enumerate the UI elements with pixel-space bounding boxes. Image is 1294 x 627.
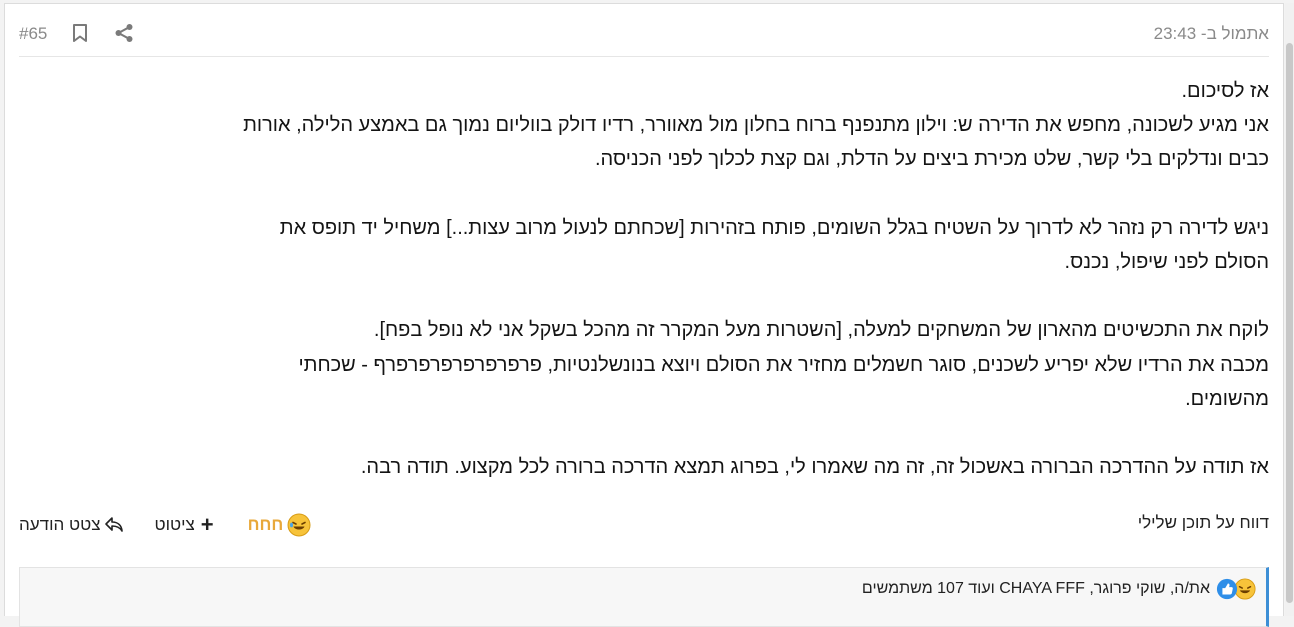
- bookmark-icon[interactable]: [69, 22, 91, 44]
- reply-icon: [105, 517, 124, 532]
- post-header: אתמול ב- 23:43 #65: [19, 22, 1269, 57]
- post-line: מהשומים.: [1185, 387, 1269, 410]
- post-line: אני מגיע לשכונה, מחפש את הדירה ש: וילון …: [243, 114, 1269, 137]
- post-line: מכבה את הרדיו שלא יפריע לשכנים, סוגר חשמ…: [298, 353, 1269, 376]
- post-date[interactable]: אתמול ב- 23:43: [1154, 24, 1269, 44]
- share-icon[interactable]: [113, 22, 135, 44]
- quote-label: ציטוט: [154, 515, 195, 534]
- post-number[interactable]: #65: [19, 24, 47, 44]
- post-ops: #65: [19, 22, 157, 44]
- reactions-text: את/ה, שוקי פרוגר, CHAYA FFF ועוד 107 משת…: [861, 580, 1210, 597]
- reactions-summary: את/ה, שוקי פרוגר, CHAYA FFF ועוד 107 משת…: [862, 578, 1256, 600]
- laughing-emoji-icon: [287, 513, 311, 537]
- post-actions: דווח על תוכן שלילי צטט הודעה + ציטוט חחח: [19, 510, 1269, 540]
- like-emoji-icon: [1216, 578, 1238, 600]
- action-group: צטט הודעה + ציטוט חחח: [19, 510, 341, 540]
- scrollbar[interactable]: [1285, 3, 1294, 616]
- reactions-bar[interactable]: את/ה, שוקי פרוגר, CHAYA FFF ועוד 107 משת…: [19, 567, 1269, 627]
- chat-quote-label: צטט הודעה: [19, 515, 101, 534]
- post-line: לוקח את התכשיטים מהארון של המשחקים למעלה…: [373, 319, 1269, 342]
- plus-icon: +: [200, 512, 214, 537]
- post-line: אז תודה על ההדרכה הברורה באשכול זה, זה מ…: [360, 456, 1269, 479]
- post-line: ניגש לדירה רק נזהר לא לדרוך על השטיח בגל…: [279, 216, 1269, 239]
- react-label: חחח: [247, 515, 284, 534]
- post-line: הסולם לפני שיפול, נכנס.: [1064, 251, 1269, 273]
- post-line: אז לסיכום.: [1181, 80, 1270, 102]
- report-link[interactable]: דווח על תוכן שלילי: [1138, 513, 1269, 533]
- post-line: כבים ונדלקים בלי קשר, שלט מכירת ביצים על…: [594, 148, 1269, 171]
- quote-button[interactable]: + ציטוט: [154, 514, 213, 536]
- react-button[interactable]: חחח: [244, 513, 312, 537]
- scrollbar-thumb[interactable]: [1286, 43, 1293, 603]
- post-body: אז לסיכום. אני מגיע לשכונה, מחפש את הדיר…: [19, 74, 1269, 484]
- chat-quote-button[interactable]: צטט הודעה: [19, 515, 124, 535]
- post-card: אתמול ב- 23:43 #65 אז לסיכום. אני מגיע ל…: [4, 3, 1284, 627]
